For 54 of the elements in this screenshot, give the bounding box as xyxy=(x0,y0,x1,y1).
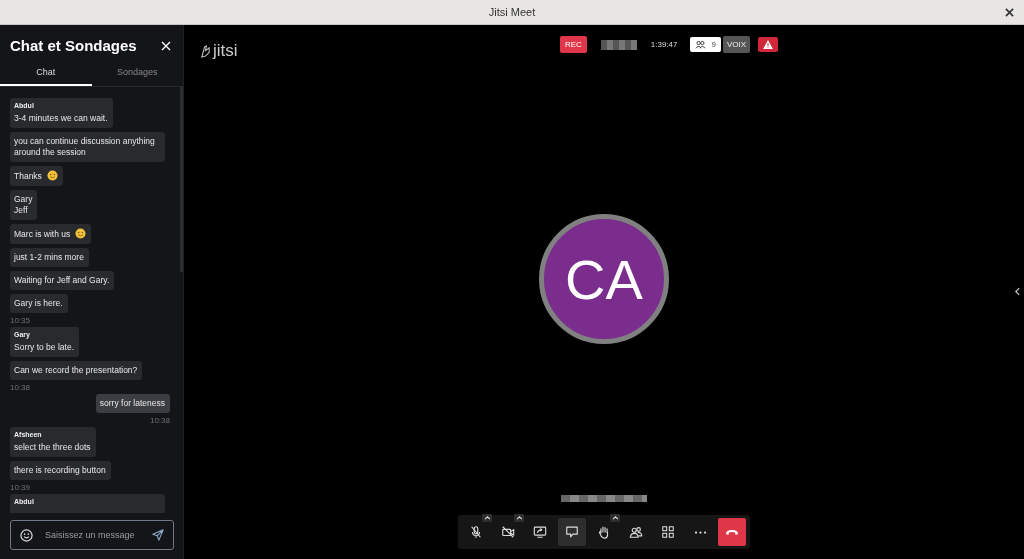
grid-icon xyxy=(661,525,675,539)
smiley-icon xyxy=(75,228,87,239)
close-icon[interactable] xyxy=(1005,8,1014,17)
tab[interactable]: Sondages xyxy=(91,62,183,86)
recording-badge: REC xyxy=(559,36,587,53)
message-text: Marc is with us xyxy=(14,228,87,240)
message-text: there is recording button xyxy=(14,465,106,476)
message-text: just 1-2 mins more xyxy=(14,252,84,263)
count-text: 9 xyxy=(711,40,716,49)
screen-share-icon xyxy=(533,525,547,539)
chat-icon xyxy=(565,525,579,539)
audio-badge: VOIX xyxy=(722,36,751,53)
blurred-label xyxy=(600,39,637,50)
people-icon xyxy=(629,525,643,539)
window-title: Jitsi Meet xyxy=(488,6,536,18)
message-text: select the three dots xyxy=(14,442,91,453)
emoji-icon[interactable] xyxy=(20,528,33,542)
message-text: Sorry to be late. xyxy=(14,342,74,353)
message-text: Gary Jeff xyxy=(14,194,33,216)
message-input[interactable]: Saisissez un message xyxy=(43,529,142,541)
hand-logo-icon xyxy=(200,43,211,59)
people-icon xyxy=(694,40,706,49)
message-text: Can we record the presentation? xyxy=(14,365,138,376)
message-time: 10:35 xyxy=(10,316,31,325)
tab[interactable]: Chat xyxy=(0,62,92,86)
message-text: Waiting for Jeff and Gary. xyxy=(14,275,110,286)
caret-icon[interactable] xyxy=(482,514,492,522)
hand-icon xyxy=(597,525,611,539)
warning-icon xyxy=(763,40,774,49)
message-time: 10:39 xyxy=(10,483,31,492)
call-duration: 1:39:47 xyxy=(650,40,678,49)
caret-icon[interactable] xyxy=(610,514,620,522)
avatar-initials: CA xyxy=(565,246,643,312)
mic-off-icon xyxy=(469,525,483,539)
message-text: sorry for lateness xyxy=(99,398,165,409)
panel-title: Chat et Sondages xyxy=(10,37,137,54)
camera-off-icon xyxy=(501,525,515,539)
smiley-icon xyxy=(46,170,58,181)
hangup-button[interactable] xyxy=(718,518,746,546)
message-text: you can continue discussion anything around the session xyxy=(14,136,156,158)
message-time: 10:38 xyxy=(149,416,170,425)
message-text: Thanks xyxy=(14,170,58,182)
message-text: 3-4 minutes we can wait. xyxy=(14,113,108,124)
logo-text: jitsi xyxy=(213,41,238,61)
message-text: Gary is here. xyxy=(14,298,63,309)
more-icon xyxy=(693,530,707,534)
warning-badge[interactable] xyxy=(758,37,779,52)
participant-count[interactable]: 9 xyxy=(689,37,721,52)
message-time: 10:38 xyxy=(10,383,31,392)
chevron-left-icon[interactable] xyxy=(1015,287,1020,296)
caret-icon[interactable] xyxy=(514,514,524,522)
hang-up-icon xyxy=(725,528,739,536)
chat-button[interactable] xyxy=(558,518,586,546)
send-icon[interactable] xyxy=(152,529,164,541)
